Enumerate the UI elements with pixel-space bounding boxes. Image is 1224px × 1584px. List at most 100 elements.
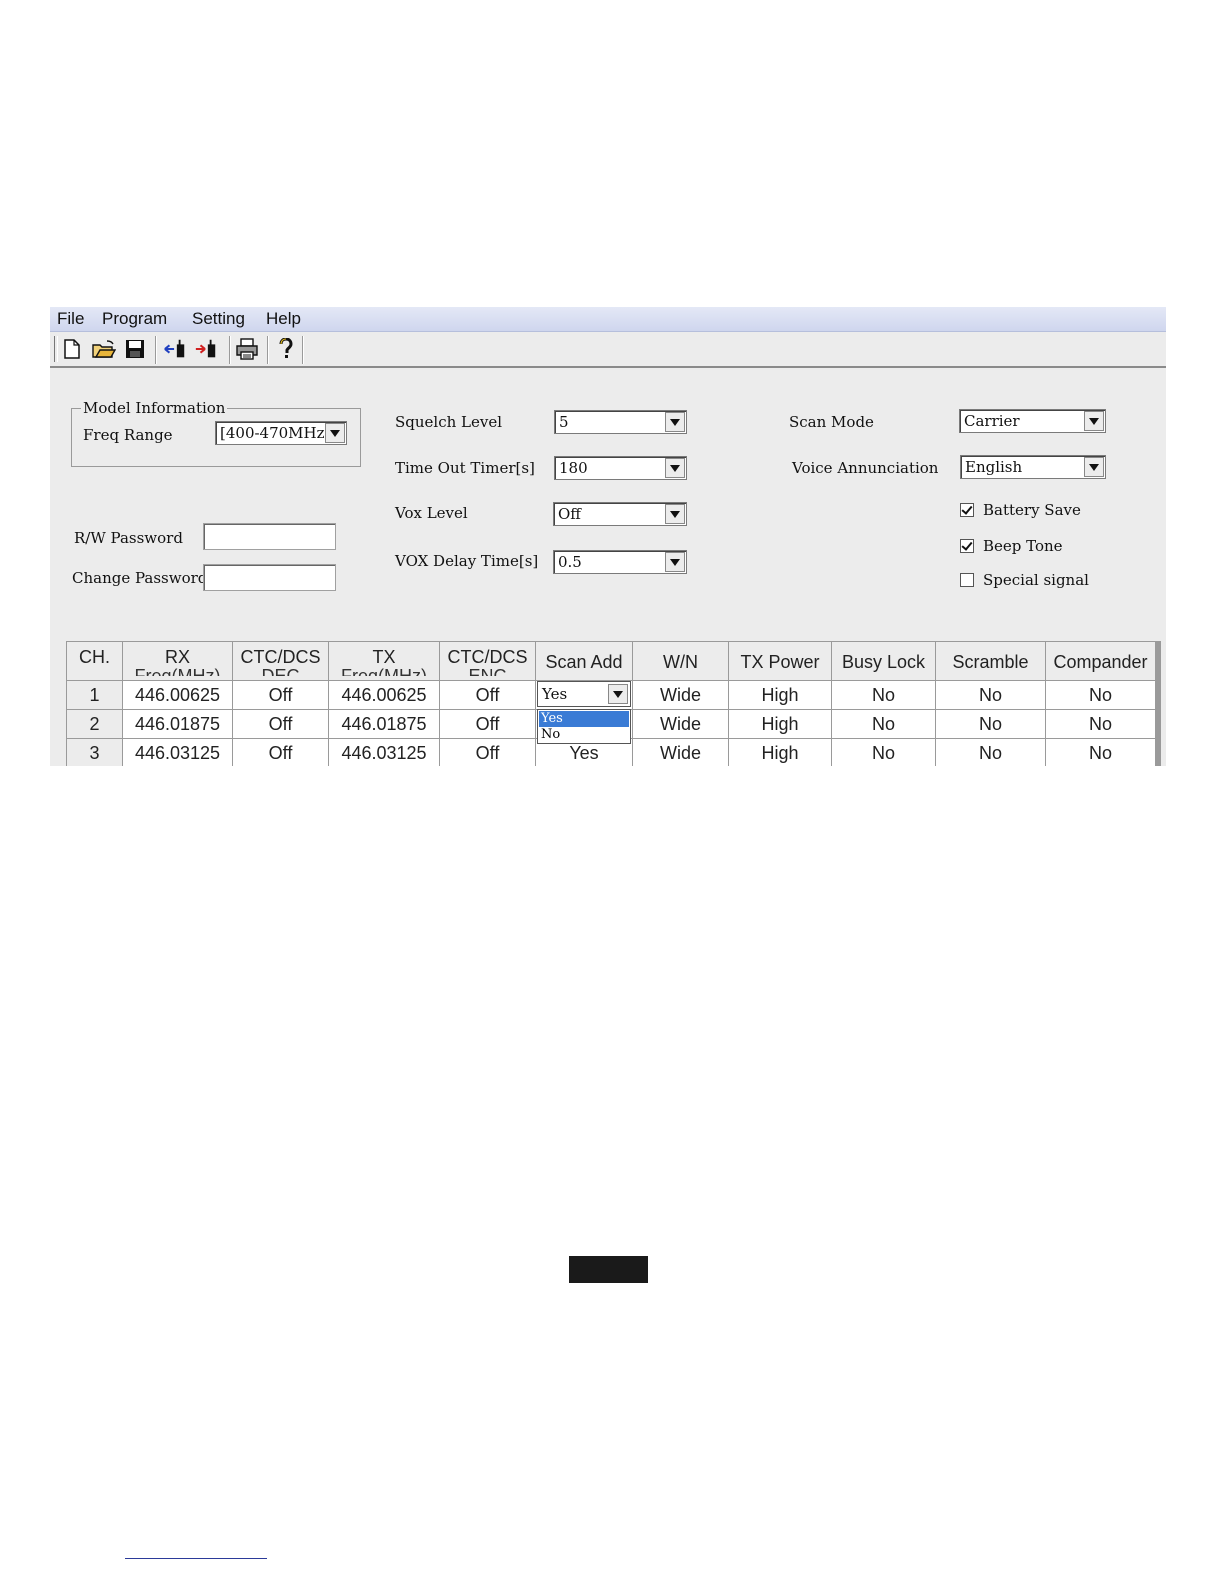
chevron-down-icon[interactable] bbox=[665, 458, 685, 478]
cell-tx-freq[interactable]: 446.01875 bbox=[328, 709, 440, 739]
cell-channel[interactable]: 1 bbox=[66, 680, 123, 710]
vox-delay-time-select[interactable]: 0.5 bbox=[553, 550, 687, 574]
chevron-down-icon[interactable] bbox=[325, 423, 345, 443]
help-icon[interactable] bbox=[274, 337, 298, 361]
scan-mode-value: Carrier bbox=[964, 412, 1020, 430]
cell-tx-power[interactable]: High bbox=[728, 709, 832, 739]
column-header-scramble[interactable]: Scramble bbox=[935, 641, 1046, 681]
cell-rx-freq[interactable]: 446.01875 bbox=[122, 709, 233, 739]
dropdown-option-yes[interactable]: Yes bbox=[539, 711, 629, 727]
squelch-level-value: 5 bbox=[559, 413, 569, 431]
programming-app-window: File Program Setting Help Model Informat… bbox=[50, 307, 1166, 766]
chevron-down-icon[interactable] bbox=[665, 552, 685, 572]
toolbar-separator bbox=[302, 336, 304, 364]
footer-link-underline bbox=[125, 1558, 267, 1559]
beep-tone-label: Beep Tone bbox=[983, 537, 1063, 555]
column-header-rx-freq[interactable]: RXFreq(MHz) bbox=[122, 641, 233, 681]
beep-tone-checkbox[interactable] bbox=[960, 539, 974, 553]
scan-add-cell-value: Yes bbox=[542, 685, 568, 703]
time-out-timer-select[interactable]: 180 bbox=[554, 456, 687, 480]
voice-annunciation-value: English bbox=[965, 458, 1023, 476]
column-header-ctcdcs-dec[interactable]: CTC/DCSDEC bbox=[232, 641, 329, 681]
cell-busy-lock[interactable]: No bbox=[831, 680, 936, 710]
battery-save-label: Battery Save bbox=[983, 501, 1081, 519]
cell-tx-freq[interactable]: 446.00625 bbox=[328, 680, 440, 710]
new-file-icon[interactable] bbox=[60, 337, 84, 361]
scan-add-dropdown-list: Yes No bbox=[537, 709, 631, 744]
scan-add-cell-select[interactable]: Yes bbox=[537, 681, 631, 707]
scan-mode-select[interactable]: Carrier bbox=[959, 409, 1106, 433]
open-folder-icon[interactable] bbox=[92, 337, 116, 361]
menu-program[interactable]: Program bbox=[102, 309, 167, 329]
page-redaction-bar bbox=[569, 1256, 648, 1283]
cell-tx-freq[interactable]: 446.03125 bbox=[328, 738, 440, 766]
vox-level-select[interactable]: Off bbox=[553, 502, 687, 526]
cell-compander[interactable]: No bbox=[1045, 680, 1156, 710]
cell-channel[interactable]: 3 bbox=[66, 738, 123, 766]
cell-rx-freq[interactable]: 446.00625 bbox=[122, 680, 233, 710]
cell-scramble[interactable]: No bbox=[935, 680, 1046, 710]
freq-range-label: Freq Range bbox=[83, 426, 173, 444]
cell-ctcdcs-dec[interactable]: Off bbox=[232, 738, 329, 766]
cell-scramble[interactable]: No bbox=[935, 738, 1046, 766]
column-header-ctcdcs-enc[interactable]: CTC/DCSENC bbox=[439, 641, 536, 681]
checkmark-icon bbox=[961, 539, 973, 551]
cell-ctcdcs-enc[interactable]: Off bbox=[439, 709, 536, 739]
menu-help[interactable]: Help bbox=[266, 309, 301, 329]
cell-ctcdcs-enc[interactable]: Off bbox=[439, 738, 536, 766]
cell-rx-freq[interactable]: 446.03125 bbox=[122, 738, 233, 766]
vox-level-label: Vox Level bbox=[395, 504, 468, 522]
column-header-tx-freq[interactable]: TXFreq(MHz) bbox=[328, 641, 440, 681]
time-out-timer-label: Time Out Timer[s] bbox=[395, 459, 535, 477]
cell-wn[interactable]: Wide bbox=[632, 680, 729, 710]
rw-password-label: R/W Password bbox=[74, 529, 183, 547]
cell-tx-power[interactable]: High bbox=[728, 738, 832, 766]
read-from-radio-icon[interactable] bbox=[163, 337, 187, 361]
save-icon[interactable] bbox=[123, 337, 147, 361]
chevron-down-icon[interactable] bbox=[608, 684, 628, 704]
cell-tx-power[interactable]: High bbox=[728, 680, 832, 710]
chevron-down-icon[interactable] bbox=[1084, 411, 1104, 431]
column-header-scan-add[interactable]: Scan Add bbox=[535, 641, 633, 681]
cell-ctcdcs-dec[interactable]: Off bbox=[232, 709, 329, 739]
print-icon[interactable] bbox=[235, 337, 259, 361]
dropdown-option-no[interactable]: No bbox=[539, 727, 629, 743]
column-header-wn[interactable]: W/N bbox=[632, 641, 729, 681]
cell-compander[interactable]: No bbox=[1045, 709, 1156, 739]
column-header-ch[interactable]: CH. bbox=[66, 641, 123, 681]
vox-level-value: Off bbox=[558, 505, 581, 523]
toolbar-separator bbox=[229, 336, 231, 364]
write-to-radio-icon[interactable] bbox=[194, 337, 218, 361]
column-header-tx-power[interactable]: TX Power bbox=[728, 641, 832, 681]
column-header-compander[interactable]: Compander bbox=[1045, 641, 1156, 681]
cell-scramble[interactable]: No bbox=[935, 709, 1046, 739]
chevron-down-icon[interactable] bbox=[665, 504, 685, 524]
freq-range-select[interactable]: [400-470MHz] bbox=[215, 421, 347, 445]
table-header-row: CH. RXFreq(MHz) CTC/DCSDEC TXFreq(MHz) C… bbox=[66, 641, 1156, 681]
cell-channel[interactable]: 2 bbox=[66, 709, 123, 739]
cell-ctcdcs-enc[interactable]: Off bbox=[439, 680, 536, 710]
squelch-level-select[interactable]: 5 bbox=[554, 410, 687, 434]
cell-busy-lock[interactable]: No bbox=[831, 738, 936, 766]
chevron-down-icon[interactable] bbox=[665, 412, 685, 432]
vox-delay-time-value: 0.5 bbox=[558, 553, 582, 571]
checkmark-icon bbox=[961, 503, 973, 515]
change-password-field[interactable] bbox=[203, 564, 336, 591]
special-signal-checkbox[interactable] bbox=[960, 573, 974, 587]
cell-compander[interactable]: No bbox=[1045, 738, 1156, 766]
freq-range-value: [400-470MHz] bbox=[220, 424, 331, 442]
table-scrollbar-edge[interactable] bbox=[1155, 641, 1161, 766]
battery-save-checkbox[interactable] bbox=[960, 503, 974, 517]
menu-bar: File Program Setting Help bbox=[50, 307, 1166, 332]
menu-setting[interactable]: Setting bbox=[192, 309, 245, 329]
rw-password-field[interactable] bbox=[203, 523, 336, 550]
cell-busy-lock[interactable]: No bbox=[831, 709, 936, 739]
menu-file[interactable]: File bbox=[57, 309, 84, 329]
voice-annunciation-select[interactable]: English bbox=[960, 455, 1106, 479]
column-header-busy-lock[interactable]: Busy Lock bbox=[831, 641, 936, 681]
cell-wn[interactable]: Wide bbox=[632, 738, 729, 766]
vox-delay-time-label: VOX Delay Time[s] bbox=[395, 552, 539, 570]
chevron-down-icon[interactable] bbox=[1084, 457, 1104, 477]
cell-ctcdcs-dec[interactable]: Off bbox=[232, 680, 329, 710]
cell-wn[interactable]: Wide bbox=[632, 709, 729, 739]
